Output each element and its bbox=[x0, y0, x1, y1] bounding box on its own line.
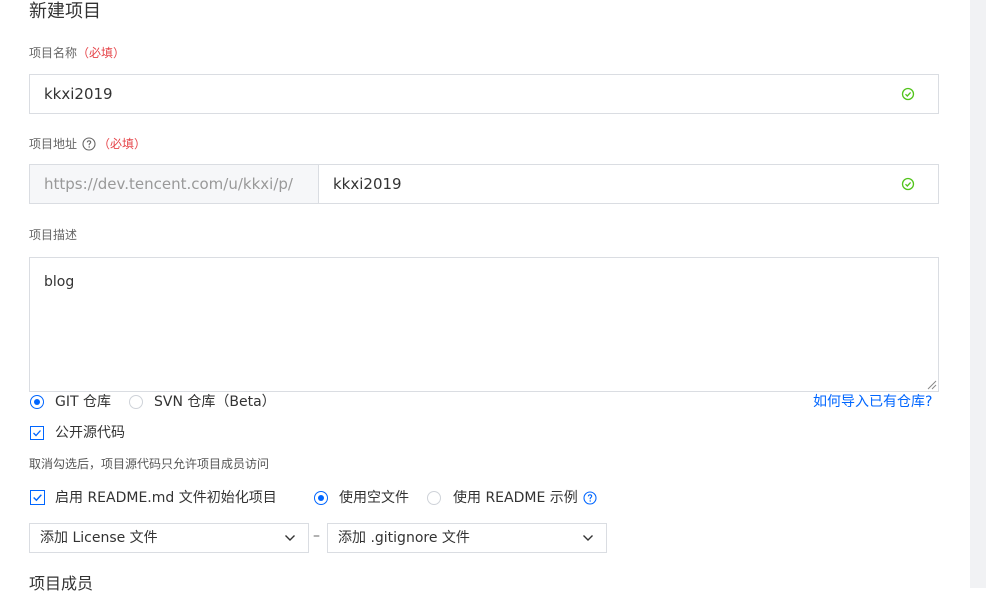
check-icon bbox=[33, 494, 42, 502]
description-label: 项目描述 bbox=[29, 228, 78, 242]
help-icon[interactable] bbox=[583, 491, 597, 505]
required-mark: （必填） bbox=[77, 46, 126, 60]
open-source-label[interactable]: 公开源代码 bbox=[55, 424, 125, 442]
open-source-hint: 取消勾选后，项目源代码只允许项目成员访问 bbox=[29, 457, 270, 471]
description-textarea[interactable]: blog bbox=[29, 257, 939, 392]
readme-label[interactable]: 启用 README.md 文件初始化项目 bbox=[55, 489, 277, 507]
project-address-input[interactable]: kkxi2019 bbox=[319, 165, 933, 203]
license-select[interactable]: 添加 License 文件 bbox=[29, 523, 309, 553]
check-circle-icon bbox=[901, 177, 915, 191]
empty-file-radio[interactable] bbox=[314, 491, 328, 505]
svn-radio[interactable] bbox=[129, 395, 143, 409]
name-label-row: 项目名称（必填） bbox=[29, 45, 125, 61]
address-label-row: 项目地址 （必填） bbox=[29, 135, 146, 153]
project-address-group: https://dev.tencent.com/u/kkxi/p/ kkxi20… bbox=[29, 164, 939, 204]
gitignore-select[interactable]: 添加 .gitignore 文件 bbox=[327, 523, 607, 553]
select-separator: – bbox=[313, 528, 320, 544]
page-title: 新建项目 bbox=[29, 1, 101, 22]
project-name-input[interactable]: kkxi2019 bbox=[29, 74, 939, 114]
git-radio[interactable] bbox=[30, 395, 44, 409]
readme-checkbox[interactable] bbox=[30, 490, 45, 505]
required-mark: （必填） bbox=[98, 137, 147, 151]
help-icon[interactable] bbox=[82, 137, 96, 151]
empty-file-label[interactable]: 使用空文件 bbox=[339, 489, 409, 507]
address-prefix: https://dev.tencent.com/u/kkxi/p/ bbox=[30, 165, 319, 203]
scrollbar-track[interactable] bbox=[970, 0, 986, 588]
address-label: 项目地址 bbox=[29, 137, 78, 151]
name-label: 项目名称 bbox=[29, 46, 78, 60]
resize-handle-icon[interactable] bbox=[926, 379, 937, 390]
check-icon bbox=[33, 430, 41, 437]
description-value: blog bbox=[44, 274, 75, 290]
check-circle-icon bbox=[901, 87, 915, 101]
chevron-down-icon bbox=[285, 535, 295, 541]
readme-example-radio[interactable] bbox=[427, 491, 441, 505]
readme-example-label[interactable]: 使用 README 示例 bbox=[453, 489, 578, 507]
chevron-down-icon bbox=[583, 535, 593, 541]
open-source-checkbox[interactable] bbox=[30, 426, 44, 440]
svn-option-label[interactable]: SVN 仓库（Beta） bbox=[154, 393, 276, 411]
git-option-label[interactable]: GIT 仓库 bbox=[55, 393, 111, 411]
import-repo-link[interactable]: 如何导入已有仓库? bbox=[813, 393, 932, 411]
gitignore-select-value: 添加 .gitignore 文件 bbox=[338, 530, 470, 546]
license-select-value: 添加 License 文件 bbox=[40, 530, 158, 546]
members-section-title: 项目成员 bbox=[29, 574, 94, 593]
project-name-value: kkxi2019 bbox=[44, 85, 113, 103]
